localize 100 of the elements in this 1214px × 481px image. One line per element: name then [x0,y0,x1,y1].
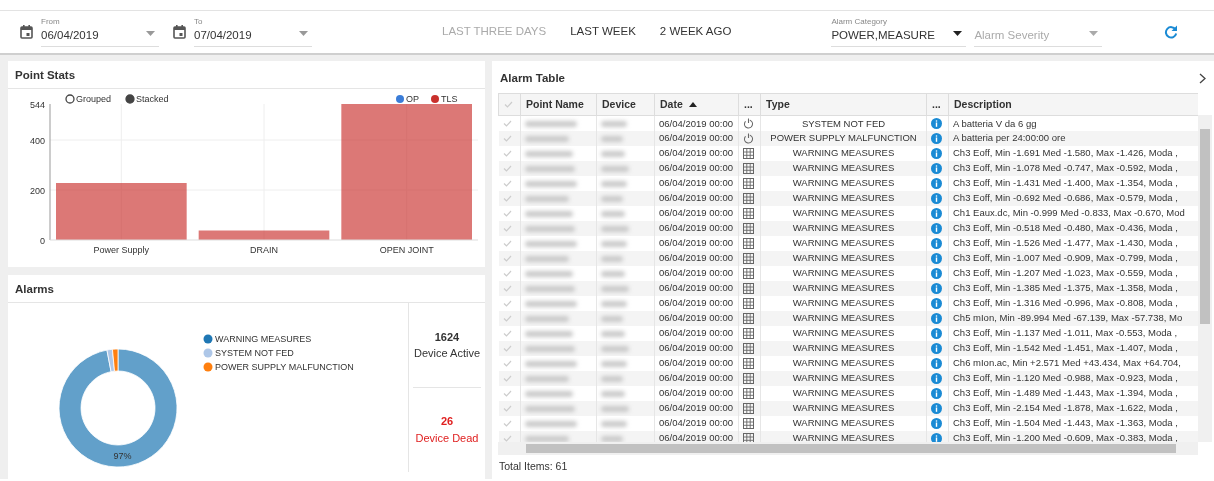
info-icon[interactable] [931,132,942,144]
checkbox[interactable] [502,224,512,232]
checkbox[interactable] [502,314,512,322]
info-icon[interactable] [931,432,942,443]
checkbox[interactable] [502,179,512,187]
grid-icon [743,282,754,294]
checkbox[interactable] [502,254,512,262]
blurred-text [525,165,575,172]
info-icon[interactable] [931,327,942,339]
chevron-right-icon[interactable] [1199,73,1206,85]
column-header[interactable]: Date [654,93,739,116]
date-field[interactable]: To 07/04/2019 [194,17,312,47]
column-header[interactable]: Description [948,93,1198,116]
blurred-text [525,330,573,337]
checkbox[interactable] [502,344,512,352]
info-icon[interactable] [931,177,942,189]
info-icon[interactable] [931,118,942,129]
mode-radio[interactable]: Stacked [125,94,169,105]
description-cell: Ch5 mIon, Min -89.994 Med -67.139, Max -57.738, Mo [948,310,1198,326]
checkbox[interactable] [502,209,512,217]
vertical-scrollbar[interactable] [1198,115,1212,443]
blurred-text [525,390,573,397]
info-icon[interactable] [931,192,942,204]
column-header[interactable]: Point Name [520,93,597,116]
info-icon[interactable] [931,162,942,174]
checkbox[interactable] [502,134,512,142]
blurred-text [601,135,623,142]
legend-item[interactable]: SYSTEM NOT FED [203,348,294,359]
checkbox[interactable] [502,164,512,172]
legend-item[interactable]: OP [396,94,419,105]
refresh-icon[interactable] [1164,25,1178,39]
column-header[interactable]: ... [926,93,949,116]
info-icon[interactable] [931,147,942,159]
type-cell: WARNING MEASURES [760,190,927,206]
field-value: POWER,MEASURE [831,28,935,43]
category-label: OPEN JOINT [379,245,434,256]
date-cell: 06/04/2019 00:00 [654,220,739,236]
info-icon[interactable] [931,372,942,384]
info-icon[interactable] [931,387,942,399]
type-cell: WARNING MEASURES [760,235,927,251]
grid-icon [743,402,754,414]
blurred-text [525,270,573,277]
category-select[interactable]: Alarm Category POWER,MEASURE [831,17,967,47]
blurred-text [525,135,569,142]
blurred-text [525,210,573,217]
checkbox[interactable] [502,359,512,367]
date-cell: 06/04/2019 00:00 [654,250,739,266]
checkbox[interactable] [502,239,512,247]
mode-radio[interactable]: Grouped [65,94,112,105]
info-icon[interactable] [931,297,942,309]
info-icon[interactable] [931,237,942,249]
legend-item[interactable]: WARNING MEASURES [203,334,312,345]
info-icon[interactable] [931,342,942,354]
checkbox[interactable] [502,389,512,397]
tick-label: 544 [29,100,45,111]
info-icon[interactable] [931,282,942,294]
stat-value: 1624 [434,329,460,345]
type-cell: WARNING MEASURES [760,265,927,281]
blurred-text [601,121,627,127]
legend-item[interactable]: POWER SUPPLY MALFUNCTION [203,362,354,373]
type-cell: WARNING MEASURES [760,340,927,356]
grid-icon [743,147,754,159]
date-field[interactable]: From 06/04/2019 [41,17,159,47]
info-icon[interactable] [931,252,942,264]
checkbox[interactable] [502,299,512,307]
horizontal-scrollbar[interactable] [498,442,1198,456]
info-icon[interactable] [931,207,942,219]
blurred-text [525,240,577,247]
checkbox[interactable] [502,149,512,157]
range-button[interactable]: 2 WEEK AGO [659,23,732,41]
info-icon[interactable] [931,402,942,414]
checkbox[interactable] [502,194,512,202]
checkbox[interactable] [502,329,512,337]
checkbox[interactable] [502,269,512,277]
field-label: Alarm Category [831,17,888,27]
info-icon[interactable] [931,357,942,369]
info-icon[interactable] [931,267,942,279]
legend-item[interactable]: TLS [431,94,458,105]
range-button[interactable]: LAST WEEK [570,23,636,41]
checkbox[interactable] [502,284,512,292]
date-cell: 06/04/2019 00:00 [654,175,739,191]
column-header[interactable]: ... [738,93,761,116]
info-icon[interactable] [931,417,942,429]
checkbox[interactable] [502,419,512,427]
panel-title: Alarms [8,275,485,304]
checkbox[interactable] [502,404,512,412]
info-icon[interactable] [931,312,942,324]
checkbox[interactable] [502,120,512,127]
checkbox[interactable] [502,374,512,382]
blurred-text [601,240,627,247]
info-icon[interactable] [931,222,942,234]
blurred-text [525,225,575,232]
description-cell: Ch3 Eoff, Min -1.078 Med -0.747, Max -0.592, Moda , [948,160,1198,176]
blurred-text [601,285,629,292]
column-header[interactable]: Type [760,93,927,116]
checkbox[interactable] [502,434,512,442]
legend-label: TLS [441,94,458,105]
column-header[interactable]: Device [596,93,655,116]
description-cell: Ch3 Eoff, Min -1.385 Med -1.375, Max -1.358, Moda , [948,280,1198,296]
grid-icon [743,267,754,279]
